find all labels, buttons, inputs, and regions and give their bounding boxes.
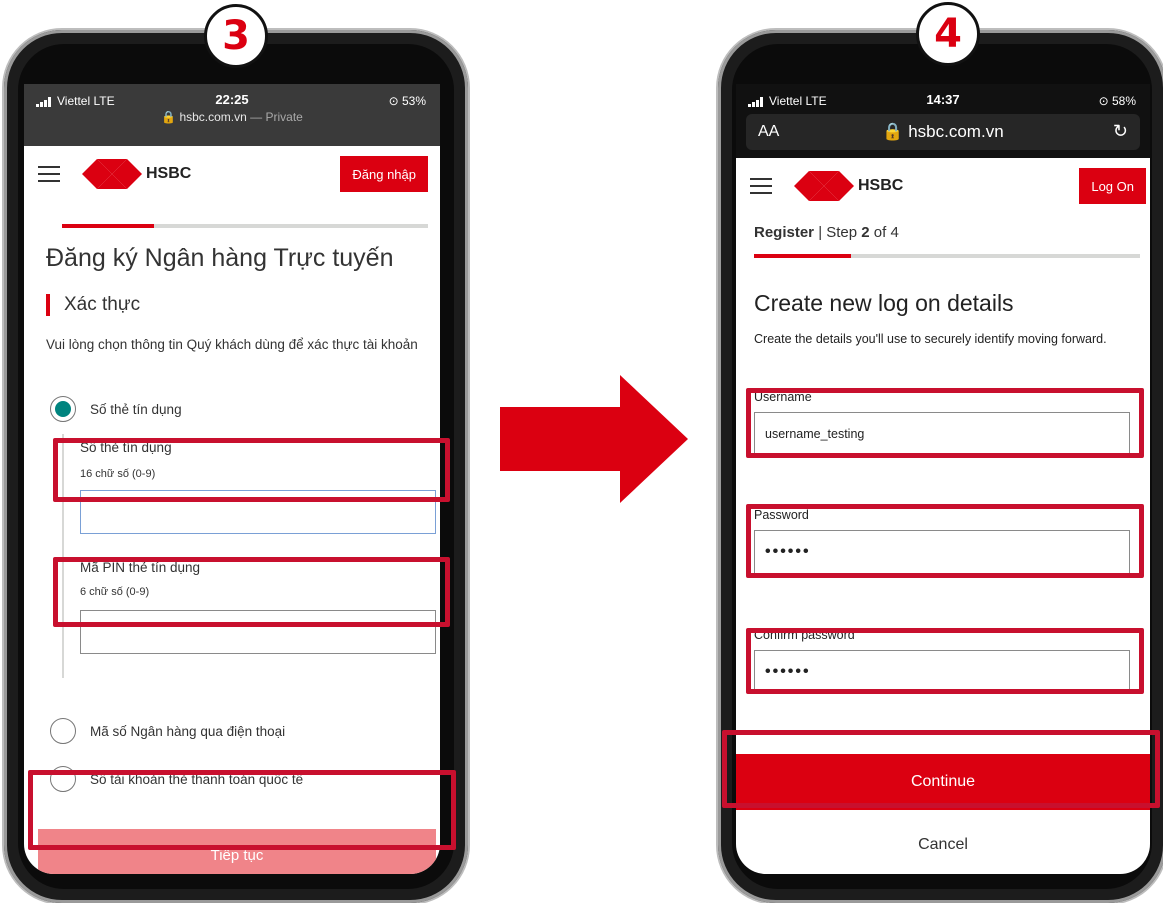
password-label: Password [754,508,809,522]
option-label: Mã số Ngân hàng qua điện thoại [90,723,286,739]
radio-unselected[interactable] [50,766,76,792]
site-header: HSBC Đăng nhập [24,146,440,202]
step-register-label: Register [754,224,815,241]
card-number-label: Số thẻ tín dụng [80,440,172,455]
confirm-password-label: Confirm password [754,628,855,642]
pin-input[interactable] [80,610,436,654]
card-number-hint: 16 chữ số (0-9) [80,468,156,480]
continue-button-disabled[interactable]: Tiếp tục [38,829,436,874]
phone-screen: Viettel LTE 22:25 ⊙ 53% 🔒 hsbc.com.vn — … [24,84,440,874]
section-title: Xác thực [64,294,141,315]
hamburger-menu-icon[interactable] [750,178,772,194]
option-phone-banking[interactable]: Mã số Ngân hàng qua điện thoại [50,718,285,744]
phone-step-3: Viettel LTE 22:25 ⊙ 53% 🔒 hsbc.com.vn — … [4,30,468,903]
status-time: 14:37 [926,92,960,107]
hsbc-hexagon-icon [82,159,142,189]
phone-step-4: Viettel LTE 14:37 ⊙ 58% AA 🔒 hsbc.com.vn… [718,30,1163,903]
login-button[interactable]: Đăng nhập [340,156,428,192]
progress-bar [754,254,1140,258]
phone-bezel: Viettel LTE 14:37 ⊙ 58% AA 🔒 hsbc.com.vn… [732,44,1152,889]
step-separator: | Step [814,224,862,241]
url-text: 🔒 hsbc.com.vn [161,110,247,124]
phone-bezel: Viettel LTE 22:25 ⊙ 53% 🔒 hsbc.com.vn — … [18,44,454,889]
page-title: Đăng ký Ngân hàng Trực tuyến [46,244,394,272]
comparison-stage: 3 Viettel LTE 22:25 ⊙ 53% 🔒 hsbc.com.vn … [0,0,1163,903]
continue-button[interactable]: Continue [736,754,1150,810]
browser-url-bar[interactable]: AA 🔒 hsbc.com.vn ↻ [746,114,1140,150]
hsbc-logo[interactable]: HSBC [794,171,903,201]
site-header: HSBC Log On [736,158,1150,214]
card-number-input[interactable] [80,490,436,534]
brand-name: HSBC [858,177,904,194]
username-input[interactable]: username_testing [754,412,1130,456]
option-label: Số thẻ tín dụng [90,401,182,417]
option-credit-card[interactable]: Số thẻ tín dụng [50,396,182,422]
status-bar: Viettel LTE 22:25 ⊙ 53% 🔒 hsbc.com.vn — … [24,84,440,146]
step-3-badge: 3 [204,4,268,68]
page-title: Create new log on details [754,290,1014,316]
private-label: — Private [246,110,303,124]
pin-label: Mã PIN thẻ tín dụng [80,560,201,575]
hsbc-logo[interactable]: HSBC [82,159,191,189]
confirm-password-input[interactable]: •••••• [754,650,1130,694]
reload-icon[interactable]: ↻ [1113,121,1128,142]
pin-hint: 6 chữ số (0-9) [80,586,150,598]
hamburger-menu-icon[interactable] [38,166,60,182]
browser-url[interactable]: 🔒 hsbc.com.vn — Private [24,110,440,124]
step-4-badge: 4 [916,2,980,66]
status-bar: Viettel LTE 14:37 ⊙ 58% AA 🔒 hsbc.com.vn… [736,84,1150,158]
log-on-button[interactable]: Log On [1079,168,1146,204]
radio-selected[interactable] [50,396,76,422]
cancel-link[interactable]: Cancel [736,836,1150,854]
radio-unselected[interactable] [50,718,76,744]
section-accent-bar [46,294,50,316]
instructions-text: Create the details you'll use to securel… [754,332,1107,346]
status-time: 22:25 [215,92,249,107]
battery-indicator: ⊙ 58% [1098,94,1136,108]
phone-screen: Viettel LTE 14:37 ⊙ 58% AA 🔒 hsbc.com.vn… [736,84,1150,874]
step-indicator: Register | Step 2 of 4 [754,224,899,241]
password-input[interactable]: •••••• [754,530,1130,574]
option-indent-line [62,434,64,678]
battery-indicator: ⊙ 53% [388,94,426,108]
right-arrow-icon [500,375,688,503]
progress-fill [62,224,154,228]
step-number: 2 [861,224,870,241]
username-label: Username [754,390,812,404]
progress-fill [754,254,851,258]
brand-name: HSBC [146,165,192,182]
option-international-card[interactable]: Số tài khoản thẻ thanh toán quốc tế [50,766,303,792]
radio-dot [55,401,71,417]
instructions-text: Vui lòng chọn thông tin Quý khách dùng đ… [46,337,418,352]
browser-url[interactable]: 🔒 hsbc.com.vn [746,122,1140,142]
progress-bar [62,224,428,228]
option-label: Số tài khoản thẻ thanh toán quốc tế [90,771,304,787]
hsbc-hexagon-icon [794,171,854,201]
section-heading: Xác thực [46,294,140,316]
step-total: of 4 [869,224,899,241]
